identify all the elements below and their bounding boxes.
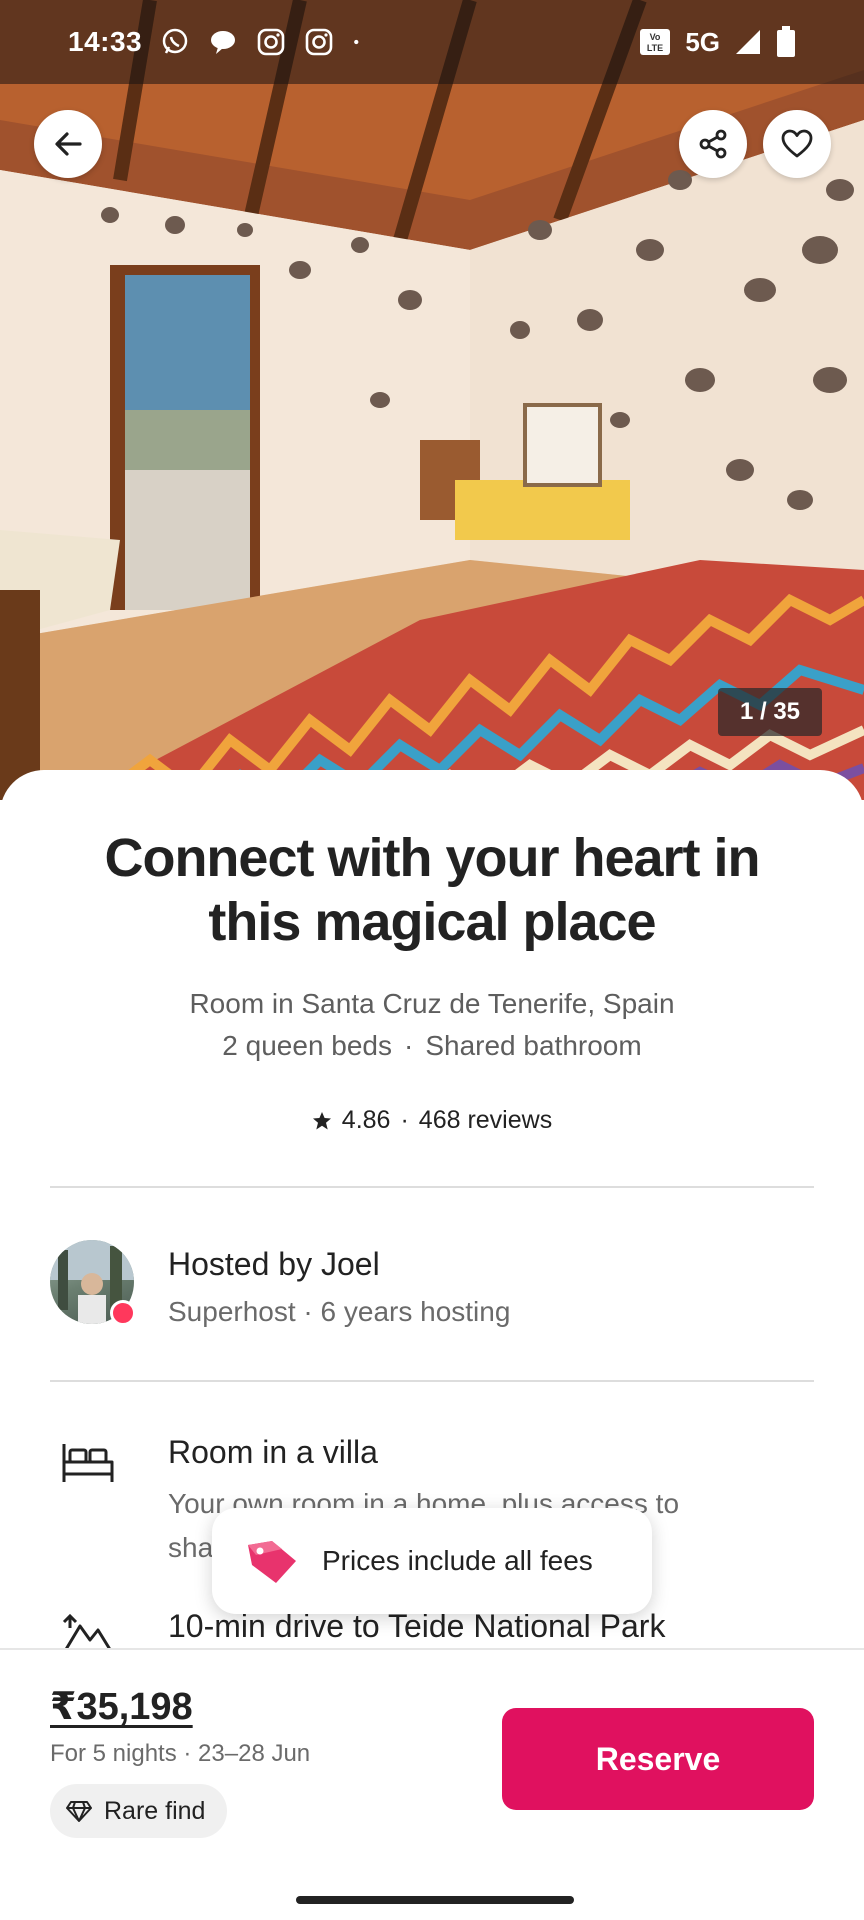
home-indicator[interactable] xyxy=(296,1896,574,1904)
rare-find-label: Rare find xyxy=(104,1796,206,1825)
host-row[interactable]: Hosted by Joel Superhost · 6 years hosti… xyxy=(50,1240,814,1330)
divider xyxy=(50,1186,814,1188)
status-left: 14:33 xyxy=(68,26,368,58)
separator-dot: · xyxy=(400,1106,409,1134)
total-price[interactable]: ₹35,198 xyxy=(50,1684,193,1729)
svg-text:Vo: Vo xyxy=(650,32,661,42)
price-toast: Prices include all fees xyxy=(212,1508,652,1614)
share-icon xyxy=(699,129,727,159)
svg-text:LTE: LTE xyxy=(647,43,663,53)
save-to-wishlist-button[interactable] xyxy=(763,110,831,178)
rating-row[interactable]: 4.86 · 468 reviews xyxy=(0,1106,864,1135)
battery-icon xyxy=(777,26,795,57)
divider xyxy=(50,1380,814,1382)
price-tag-icon xyxy=(248,1541,296,1583)
host-name: Hosted by Joel xyxy=(168,1246,380,1282)
status-right: Vo LTE 5G xyxy=(639,26,796,58)
reserve-button[interactable]: Reserve xyxy=(502,1708,814,1810)
listing-title: Connect with your heart in this magical … xyxy=(104,828,760,952)
heart-icon xyxy=(781,129,813,158)
superhost-badge xyxy=(110,1300,136,1326)
reviews-count: 468 reviews xyxy=(418,1106,553,1134)
signal-icon xyxy=(736,30,760,54)
host-meta: Superhost · 6 years hosting xyxy=(168,1296,511,1327)
toast-text: Prices include all fees xyxy=(322,1545,593,1576)
diamond-icon xyxy=(66,1801,92,1822)
chat-icon xyxy=(211,31,236,54)
reservation-footer: ₹35,198 For 5 nights · 23–28 Jun Rare fi… xyxy=(0,1648,864,1920)
listing-photo[interactable]: 14:33 Vo LTE 5G 1 / 35 xyxy=(0,0,864,800)
rare-find-badge: Rare find xyxy=(50,1784,228,1838)
instagram-icon xyxy=(257,28,285,56)
bed-icon xyxy=(62,1444,114,1482)
star-icon xyxy=(312,1111,331,1129)
separator-dot: · xyxy=(404,1030,414,1061)
whatsapp-icon xyxy=(162,28,188,54)
status-bar: 14:33 Vo LTE 5G xyxy=(0,0,864,84)
stay-dates: For 5 nights · 23–28 Jun xyxy=(50,1740,311,1767)
photo-counter: 1 / 35 xyxy=(718,688,822,736)
feature-title: Room in a villa xyxy=(168,1434,378,1470)
volte-icon: Vo LTE xyxy=(640,29,671,55)
status-time: 14:33 xyxy=(68,26,143,57)
share-button[interactable] xyxy=(679,110,747,178)
beds-text: 2 queen beds xyxy=(222,1030,393,1061)
instagram-icon xyxy=(305,28,333,56)
listing-location: Room in Santa Cruz de Tenerife, Spain xyxy=(189,988,675,1019)
listing-room-details: 2 queen beds · Shared bathroom xyxy=(50,1030,814,1062)
arrow-left-icon xyxy=(55,132,82,156)
back-button[interactable] xyxy=(34,110,102,178)
rating-value: 4.86 xyxy=(341,1106,391,1134)
bathroom-text: Shared bathroom xyxy=(425,1030,642,1061)
network-type: 5G xyxy=(685,26,720,57)
dot-icon xyxy=(354,39,359,45)
